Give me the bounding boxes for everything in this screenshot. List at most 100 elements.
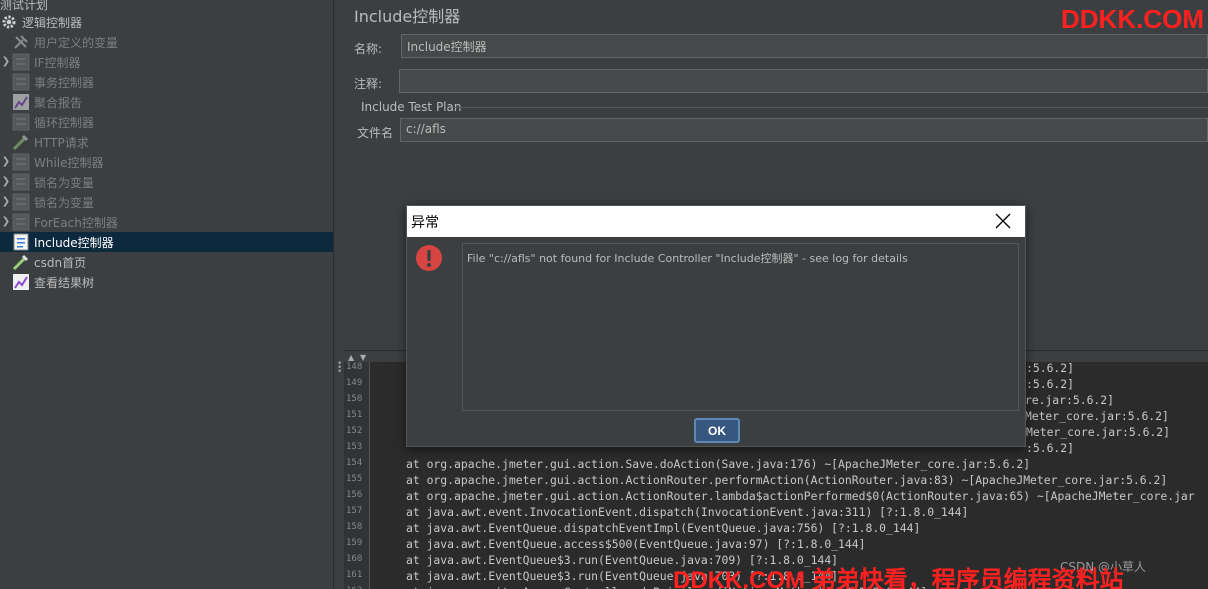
dialog-title: 异常 [411, 215, 439, 231]
tree-item[interactable]: 聚合报告 [0, 92, 333, 112]
group-title: Include Test Plan [361, 100, 462, 114]
exception-dialog: 异常 File "c://afls" not found for Include… [406, 205, 1026, 447]
tree-item-label: 循环控制器 [34, 115, 95, 130]
chart-icon [12, 93, 30, 111]
line-number: 150 [346, 394, 363, 404]
name-label: 名称: [354, 42, 383, 56]
tree-item[interactable]: HTTP请求 [0, 132, 333, 152]
line-number: 154 [346, 458, 363, 468]
tree-item-label: Include控制器 [34, 235, 114, 250]
line-number: 151 [346, 410, 363, 420]
tree-item-label: ForEach控制器 [34, 215, 118, 230]
log-line-fragment: Meter_core.jar:5.6.2] [1026, 425, 1171, 439]
wrench-icon [12, 33, 30, 51]
line-number: 160 [346, 554, 363, 564]
tree-item-logic-controller[interactable]: 逻辑控制器 [0, 12, 82, 32]
tree-item[interactable]: 循环控制器 [0, 112, 333, 132]
tree-item-label: While控制器 [34, 155, 104, 170]
controller-icon [12, 193, 30, 211]
tree-item[interactable]: ❯ IF控制器 [0, 52, 333, 72]
controller-icon [12, 113, 30, 131]
chevron-right-icon[interactable]: ❯ [0, 156, 12, 168]
chart-icon [12, 273, 30, 291]
dialog-message-area: File "c://afls" not found for Include Co… [462, 243, 1019, 411]
pipette-icon [12, 133, 30, 151]
error-icon [415, 244, 443, 272]
drag-grip-icon[interactable]: • • • [337, 360, 342, 382]
split-divider[interactable] [334, 0, 344, 589]
test-plan-tree: 测试计划 逻辑控制器 用户定义的变量 ❯ IF控制器事务控制器聚合报告循环控制器 HT… [0, 0, 334, 589]
collapse-down-icon[interactable]: ▼ [360, 353, 366, 362]
tree-item-label: HTTP请求 [34, 135, 89, 150]
line-number: 149 [346, 378, 363, 388]
tree-item-label: 聚合报告 [34, 95, 83, 110]
log-line: at java.awt.EventQueue.access$500(EventQ… [406, 537, 866, 551]
filename-field[interactable]: c://afls [400, 118, 1208, 142]
chevron-right-icon[interactable]: ❯ [0, 56, 12, 68]
line-number: 153 [346, 442, 363, 452]
group-border [454, 107, 1208, 108]
collapse-up-icon[interactable]: ▲ [348, 353, 354, 362]
chevron-right-icon[interactable]: ❯ [0, 216, 12, 228]
jmeter-window: 测试计划 逻辑控制器 用户定义的变量 ❯ IF控制器事务控制器聚合报告循环控制器 HT… [0, 0, 1208, 589]
line-number: 157 [346, 506, 363, 516]
tree-item-label: 用户定义的变量 [34, 35, 119, 50]
chevron-right-icon[interactable]: ❯ [0, 196, 12, 208]
dialog-message: File "c://afls" not found for Include Co… [467, 252, 908, 265]
log-line: at org.apache.jmeter.gui.action.ActionRo… [406, 473, 1168, 487]
tree-item-label: 锁名为变量 [34, 195, 95, 210]
tree-item[interactable]: ❯ 锁名为变量 [0, 192, 333, 212]
filename-label: 文件名 [357, 126, 394, 140]
comment-label: 注释: [354, 77, 383, 91]
tree-item-label: 锁名为变量 [34, 175, 95, 190]
controller-icon [12, 153, 30, 171]
controller-icon [12, 173, 30, 191]
tree-item-label: 测试计划 [0, 0, 49, 12]
tree-item[interactable]: ❯ ForEach控制器 [0, 212, 333, 232]
comment-field[interactable] [399, 69, 1208, 93]
tree-item[interactable]: ❯ 锁名为变量 [0, 172, 333, 192]
line-number: 156 [346, 490, 363, 500]
ok-button[interactable]: OK [694, 418, 740, 443]
log-line-fragment: :5.6.2] [1026, 377, 1075, 391]
line-number: 148 [346, 362, 363, 372]
chevron-right-icon[interactable]: ❯ [0, 176, 12, 188]
watermark: DDKK.COM [1061, 4, 1204, 34]
line-number: 161 [346, 570, 363, 580]
log-line-fragment: ore.jar:5.6.2] [1018, 393, 1115, 407]
controller-icon [12, 73, 30, 91]
panel-title: Include控制器 [354, 7, 461, 26]
pipette-icon [12, 253, 30, 271]
line-number: 158 [346, 522, 363, 532]
log-line: at org.apache.jmeter.gui.action.Save.doA… [406, 457, 1031, 471]
controller-icon [12, 53, 30, 71]
tree-item[interactable]: csdn首页 [0, 252, 333, 272]
line-number: 155 [346, 474, 363, 484]
log-line-fragment: :5.6.2] [1026, 361, 1075, 375]
tree-item-label: IF控制器 [34, 55, 81, 70]
tree-item[interactable]: 事务控制器 [0, 72, 333, 92]
controller-icon [12, 213, 30, 231]
log-line-fragment: :5.6.2] [1026, 441, 1075, 455]
tree-item[interactable]: 用户定义的变量 [0, 32, 333, 52]
tree-item-label: csdn首页 [34, 255, 87, 270]
tree-item[interactable]: ❯ While控制器 [0, 152, 333, 172]
name-field[interactable]: Include控制器 [401, 34, 1208, 58]
log-line: at org.apache.jmeter.gui.action.ActionRo… [406, 489, 1195, 503]
tree-item-label: 事务控制器 [34, 75, 95, 90]
line-number: 152 [346, 426, 363, 436]
tree-item-label: 逻辑控制器 [22, 15, 83, 30]
log-line-fragment: JMeter_core.jar:5.6.2] [1018, 409, 1169, 423]
tree-item[interactable]: Include控制器 [0, 232, 333, 252]
dialog-titlebar[interactable]: 异常 [407, 206, 1025, 237]
close-icon[interactable] [993, 211, 1013, 231]
document-icon [12, 233, 30, 251]
line-number: 159 [346, 538, 363, 548]
tree-item[interactable]: 查看结果树 [0, 272, 333, 292]
